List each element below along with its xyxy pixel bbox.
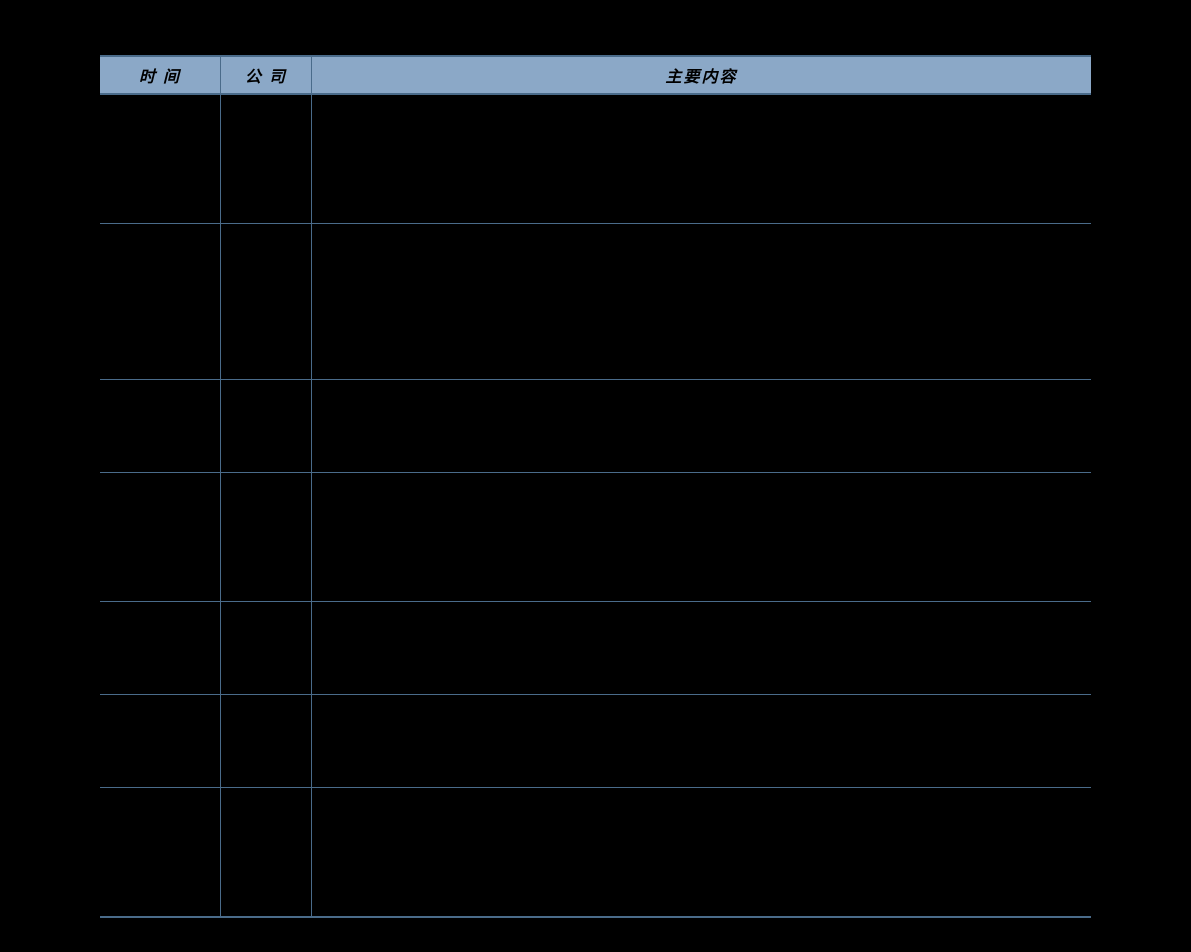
cell-content [312,695,1092,788]
table-header-row: 时 间 公 司 主要内容 [100,56,1091,94]
cell-company [221,94,312,224]
cell-company [221,473,312,602]
table-row [100,94,1091,224]
header-time: 时 间 [100,56,221,94]
cell-time [100,788,221,918]
header-company: 公 司 [221,56,312,94]
cell-content [312,224,1092,380]
cell-time [100,602,221,695]
cell-content [312,602,1092,695]
table-container: 时 间 公 司 主要内容 [0,0,1191,918]
table-row [100,473,1091,602]
cell-time [100,94,221,224]
header-content: 主要内容 [312,56,1092,94]
table-row [100,602,1091,695]
cell-company [221,695,312,788]
cell-content [312,788,1092,918]
cell-time [100,473,221,602]
cell-company [221,380,312,473]
cell-content [312,94,1092,224]
cell-content [312,473,1092,602]
cell-content [312,380,1092,473]
table-row [100,788,1091,918]
table-row [100,224,1091,380]
cell-time [100,695,221,788]
cell-company [221,224,312,380]
cell-time [100,380,221,473]
cell-time [100,224,221,380]
cell-company [221,602,312,695]
data-table: 时 间 公 司 主要内容 [100,55,1091,918]
table-row [100,380,1091,473]
cell-company [221,788,312,918]
table-row [100,695,1091,788]
